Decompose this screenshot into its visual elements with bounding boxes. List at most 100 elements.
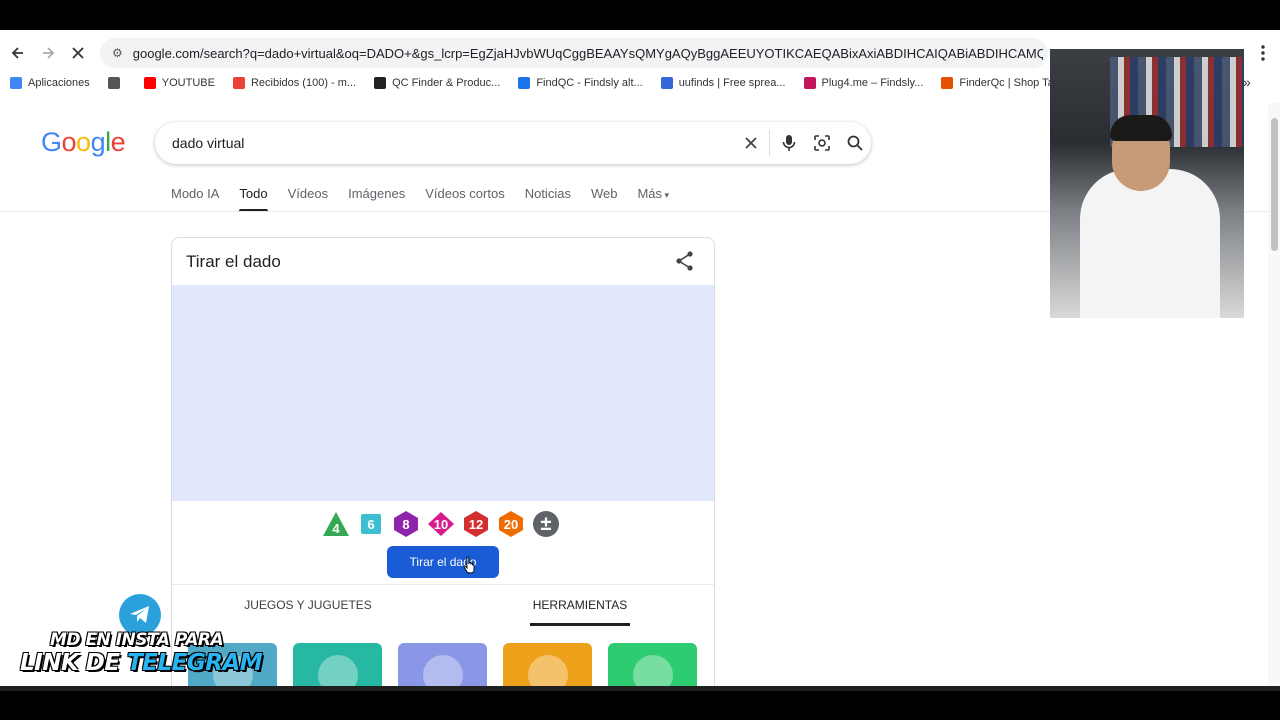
scrollbar-thumb[interactable] bbox=[1271, 118, 1278, 251]
arrow-right-icon bbox=[43, 47, 55, 59]
bookmark-label: Aplicaciones bbox=[28, 77, 90, 89]
uufinds-icon bbox=[660, 77, 673, 89]
tab-noticias[interactable]: Noticias bbox=[525, 184, 571, 212]
tab-vídeos[interactable]: Vídeos bbox=[288, 184, 328, 212]
die-label: 20 bbox=[503, 516, 519, 532]
share-icon[interactable] bbox=[674, 250, 696, 272]
findqc-icon bbox=[518, 77, 531, 89]
die-label: 6 bbox=[367, 516, 375, 532]
telegram-icon bbox=[130, 606, 149, 623]
promo-line-1: MD EN INSTA PARA bbox=[50, 630, 224, 650]
google-logo[interactable]: Google bbox=[41, 127, 126, 158]
logo-letter: o bbox=[76, 127, 91, 157]
die-option[interactable]: 20 bbox=[497, 510, 525, 538]
bookmark-label: Recibidos (100) - m... bbox=[250, 77, 357, 89]
taskbar bbox=[0, 686, 1280, 720]
die-label: 12 bbox=[468, 516, 484, 532]
browser-menu-button[interactable] bbox=[1250, 40, 1276, 66]
search-tabs: Modo IA Todo Vídeos Imágenes Vídeos cortos No… bbox=[171, 184, 689, 212]
category-tab[interactable]: JUEGOS Y JUGUETES bbox=[172, 585, 444, 626]
window-top-bar bbox=[0, 0, 1280, 30]
logo-letter: g bbox=[90, 127, 106, 157]
bookmark-item[interactable]: QC Finder & Produc... bbox=[374, 77, 500, 89]
hand-cursor-icon bbox=[463, 556, 475, 574]
bookmark-label: YOUTUBE bbox=[161, 77, 215, 89]
gmail-icon bbox=[232, 77, 245, 89]
card-title: Tirar el dado bbox=[186, 252, 281, 271]
die-option[interactable]: 8 bbox=[392, 510, 420, 538]
grid-icon bbox=[107, 77, 120, 89]
site-settings-icon[interactable]: ⚙ bbox=[112, 46, 123, 60]
finderqc-icon bbox=[941, 77, 954, 89]
die-option[interactable]: 4 bbox=[322, 510, 350, 538]
dice-selector: 4 6 8 10 12 20 ± bbox=[322, 510, 567, 538]
kebab-menu-icon bbox=[1261, 45, 1265, 61]
google-lens-icon[interactable] bbox=[805, 122, 838, 164]
bookmark-item[interactable]: FindQC - Findsly alt... bbox=[518, 77, 643, 89]
promo-banner: MD EN INSTA PARA LINK DE TELEGRAM bbox=[20, 630, 263, 676]
die-label: 10 bbox=[433, 516, 449, 532]
promo-line-2-highlight: TELEGRAM bbox=[127, 650, 263, 676]
search-icon[interactable] bbox=[838, 122, 871, 164]
bookmark-label: QC Finder & Produc... bbox=[392, 77, 501, 89]
search-box[interactable]: dado virtual bbox=[155, 122, 871, 164]
tab-más[interactable]: Más ▾ bbox=[637, 184, 669, 212]
tab-imágenes[interactable]: Imágenes bbox=[348, 184, 405, 212]
bookmark-item[interactable]: Plug4.me – Findsly... bbox=[803, 77, 924, 89]
more-bookmarks-icon[interactable]: » bbox=[1243, 74, 1251, 90]
bookmark-item[interactable]: Recibidos (100) - m... bbox=[232, 77, 357, 89]
tab-modo-ia[interactable]: Modo IA bbox=[171, 184, 219, 212]
youtube-icon bbox=[143, 77, 156, 89]
page-scrollbar[interactable] bbox=[1268, 103, 1280, 686]
person-shirt bbox=[1080, 169, 1220, 318]
webcam-overlay bbox=[1050, 49, 1244, 318]
back-button[interactable] bbox=[5, 40, 31, 66]
category-tabs: JUEGOS Y JUGUETES HERRAMIENTAS bbox=[172, 584, 714, 626]
tab-web[interactable]: Web bbox=[591, 184, 618, 212]
roll-dice-button[interactable]: Tirar el dado bbox=[387, 546, 499, 578]
address-bar[interactable]: ⚙ google.com/search?q=dado+virtual&oq=DA… bbox=[100, 38, 1048, 68]
promo-line-2: LINK DE TELEGRAM bbox=[20, 650, 263, 676]
die-option[interactable]: 10 bbox=[427, 510, 455, 538]
logo-letter: G bbox=[41, 127, 62, 157]
die-label: 8 bbox=[402, 516, 410, 532]
die-label: 4 bbox=[332, 520, 340, 536]
apps-grid-icon bbox=[10, 77, 22, 89]
bookmark-item[interactable]: uufinds | Free sprea... bbox=[660, 77, 786, 89]
timer-icon[interactable] bbox=[503, 643, 592, 686]
category-tab[interactable]: HERRAMIENTAS bbox=[444, 585, 714, 626]
bookmark-label: FindQC - Findsly alt... bbox=[536, 77, 643, 89]
stop-loading-button[interactable] bbox=[65, 40, 91, 66]
bookmark-item[interactable] bbox=[107, 77, 126, 89]
search-input[interactable]: dado virtual bbox=[172, 135, 734, 151]
calculator-icon[interactable] bbox=[398, 643, 487, 686]
die-label: ± bbox=[540, 512, 552, 535]
spinner-wheel-icon[interactable] bbox=[293, 643, 382, 686]
clear-search-icon[interactable] bbox=[734, 122, 767, 164]
close-icon bbox=[72, 47, 84, 59]
qc-icon bbox=[374, 77, 387, 89]
chevron-down-icon: ▾ bbox=[662, 190, 670, 200]
search-divider bbox=[769, 130, 770, 156]
plug-icon bbox=[803, 77, 816, 89]
die-option[interactable]: ± bbox=[532, 510, 560, 538]
tab-vídeos-cortos[interactable]: Vídeos cortos bbox=[425, 184, 505, 212]
bookmark-item[interactable]: YOUTUBE bbox=[143, 77, 215, 89]
microphone-icon[interactable] bbox=[772, 122, 805, 164]
dice-roller-card: Tirar el dado 4 6 8 10 12 20 ± Tirar el dado J… bbox=[171, 237, 715, 686]
logo-letter: o bbox=[61, 127, 77, 157]
forward-button[interactable] bbox=[35, 40, 61, 66]
person-hair bbox=[1110, 115, 1172, 141]
metronome-icon[interactable] bbox=[608, 643, 697, 686]
dice-display-area[interactable] bbox=[172, 285, 714, 501]
die-option[interactable]: 6 bbox=[357, 510, 385, 538]
die-option[interactable]: 12 bbox=[462, 510, 490, 538]
taskbar-strip bbox=[0, 686, 1280, 691]
promo-line-2-prefix: LINK DE bbox=[20, 650, 128, 676]
arrow-left-icon bbox=[11, 47, 23, 59]
bookmark-item[interactable]: Aplicaciones bbox=[10, 77, 90, 89]
logo-letter: e bbox=[110, 127, 126, 157]
tool-tiles bbox=[188, 643, 713, 686]
bookmark-label: Plug4.me – Findsly... bbox=[821, 77, 924, 89]
tab-todo[interactable]: Todo bbox=[239, 184, 268, 212]
